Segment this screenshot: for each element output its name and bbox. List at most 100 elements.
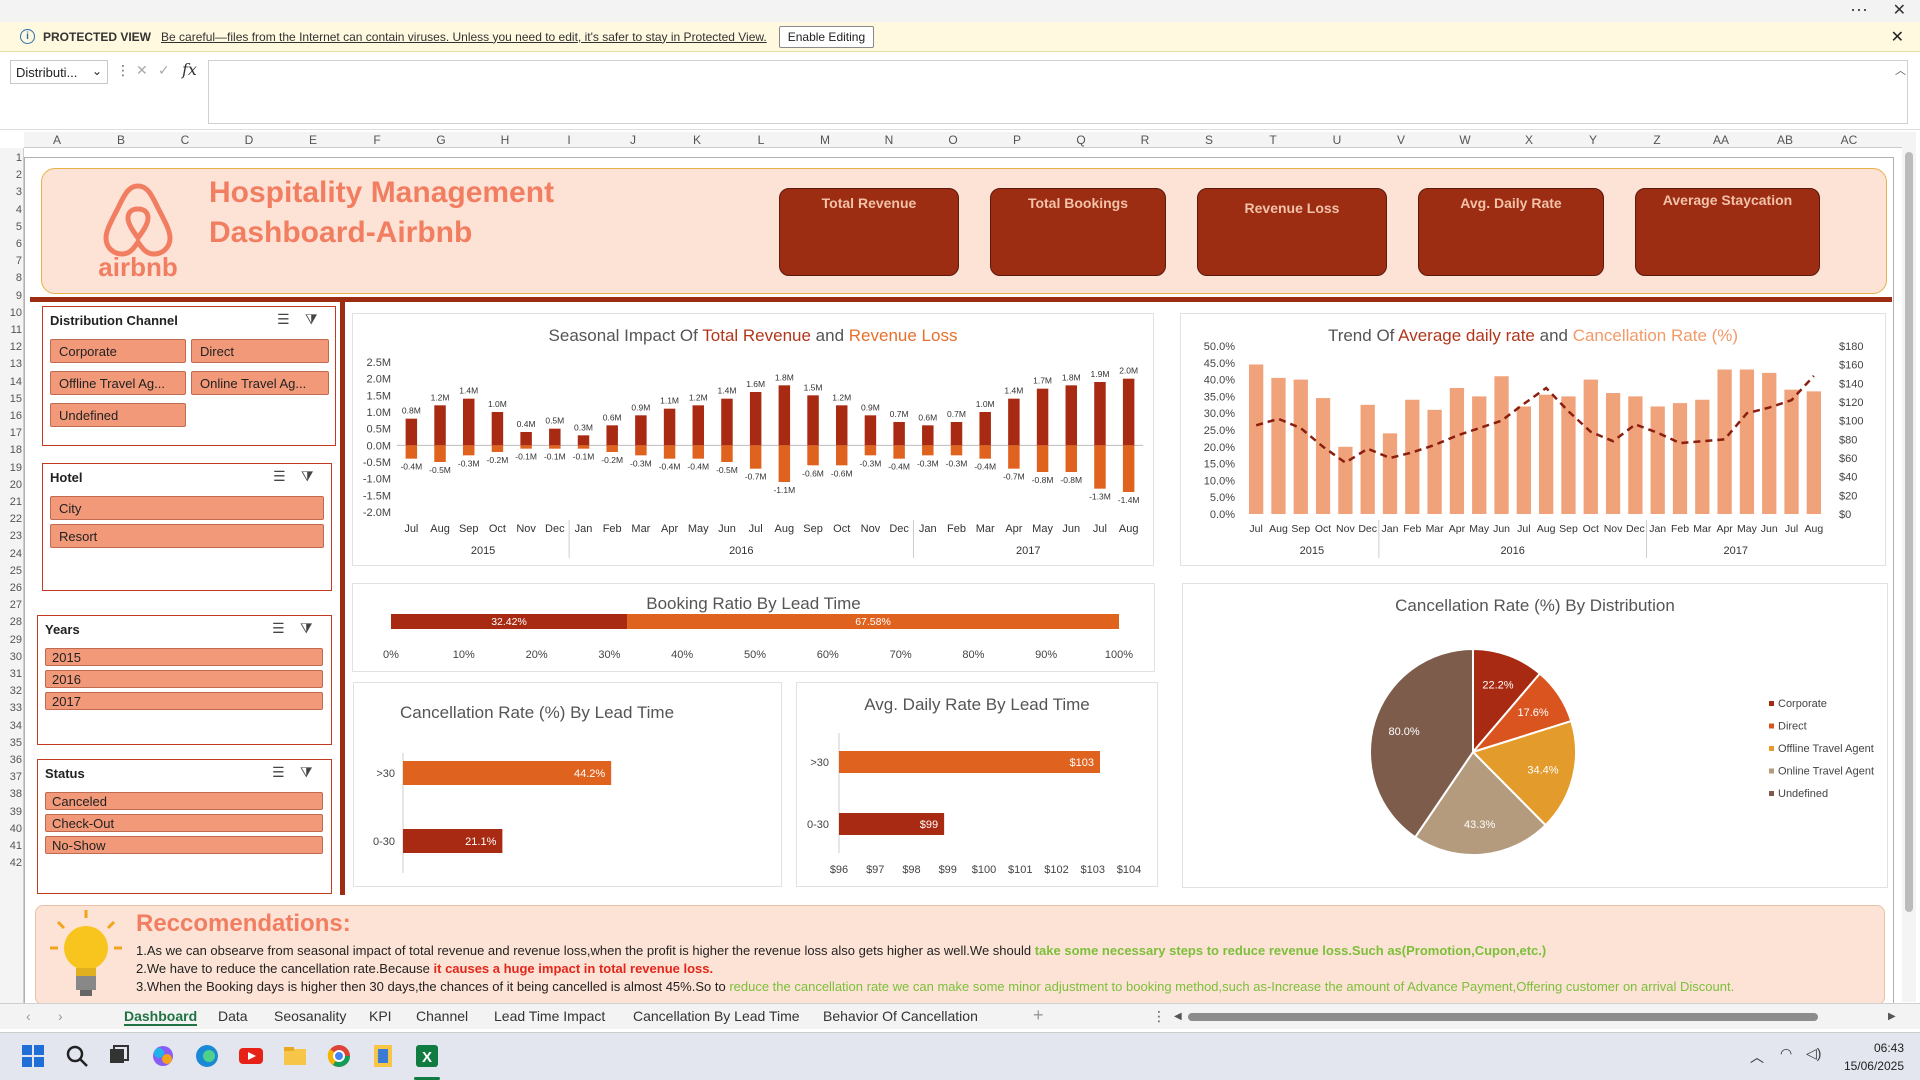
multi-select-icon[interactable]: ☰ (273, 468, 286, 485)
files-app-icon[interactable] (370, 1043, 396, 1069)
row-header[interactable]: 16 (0, 410, 22, 422)
slicer-item-offline-travel-agent[interactable]: Offline Travel Ag... (50, 371, 186, 395)
column-header[interactable]: E (281, 133, 345, 147)
row-header[interactable]: 32 (0, 685, 22, 697)
horizontal-scrollbar[interactable] (1188, 1013, 1818, 1021)
excel-icon[interactable]: X (414, 1043, 440, 1069)
row-header[interactable]: 36 (0, 754, 22, 766)
youtube-icon[interactable] (238, 1043, 264, 1069)
column-header[interactable]: I (537, 133, 601, 147)
tab-cancellation-by-lead-time[interactable]: Cancellation By Lead Time (633, 1008, 800, 1024)
column-header[interactable]: H (473, 133, 537, 147)
more-options-icon[interactable]: ··· (1850, 0, 1868, 18)
chart-seasonal-impact[interactable]: Seasonal Impact Of Total Revenue and Rev… (352, 313, 1154, 566)
clear-filter-icon[interactable]: ⧩ (300, 620, 313, 637)
row-header[interactable]: 5 (0, 221, 22, 233)
column-header[interactable]: N (857, 133, 921, 147)
tab-dashboard[interactable]: Dashboard (124, 1008, 198, 1026)
slicer-item-canceled[interactable]: Canceled (45, 792, 323, 810)
row-header[interactable]: 35 (0, 737, 22, 749)
kebab-icon[interactable]: ⋮ (116, 62, 130, 79)
column-header[interactable]: AC (1817, 133, 1881, 147)
chart-trend-adr-cancellation[interactable]: Trend Of Average daily rate and Cancella… (1180, 313, 1886, 566)
multi-select-icon[interactable]: ☰ (277, 311, 290, 328)
row-header[interactable]: 28 (0, 616, 22, 628)
slicer-item-2016[interactable]: 2016 (45, 670, 323, 688)
enable-editing-button[interactable]: Enable Editing (778, 25, 875, 48)
row-header[interactable]: 3 (0, 186, 22, 198)
row-header[interactable]: 34 (0, 720, 22, 732)
slicer-item-2015[interactable]: 2015 (45, 648, 323, 666)
slicer-item-corporate[interactable]: Corporate (50, 339, 186, 363)
tab-kpi[interactable]: KPI (369, 1008, 392, 1024)
row-header[interactable]: 20 (0, 479, 22, 491)
slicer-item-no-show[interactable]: No-Show (45, 836, 323, 854)
row-header[interactable]: 1 (0, 152, 22, 164)
column-header[interactable]: D (217, 133, 281, 147)
column-header[interactable]: V (1369, 133, 1433, 147)
row-header[interactable]: 26 (0, 582, 22, 594)
tab-lead-time-impact[interactable]: Lead Time Impact (494, 1008, 605, 1024)
insert-function-icon[interactable]: fx (182, 60, 197, 79)
column-header[interactable]: A (25, 133, 89, 147)
prev-sheet-icon[interactable]: ‹ (26, 1008, 31, 1024)
task-view-icon[interactable] (106, 1043, 132, 1069)
system-clock[interactable]: 06:43 15/06/2025 (1844, 1039, 1904, 1075)
row-header[interactable]: 18 (0, 444, 22, 456)
row-header[interactable]: 24 (0, 548, 22, 560)
show-hidden-icons[interactable]: ︿ (1750, 1047, 1764, 1067)
close-window-icon[interactable]: ✕ (1893, 0, 1906, 20)
row-header[interactable]: 41 (0, 840, 22, 852)
column-header[interactable]: X (1497, 133, 1561, 147)
row-header[interactable]: 38 (0, 788, 22, 800)
row-header[interactable]: 6 (0, 238, 22, 250)
column-header[interactable]: O (921, 133, 985, 147)
name-box[interactable]: Distributi... ⌄ (10, 60, 108, 84)
row-header[interactable]: 12 (0, 341, 22, 353)
protected-view-message[interactable]: Be careful—files from the Internet can c… (161, 30, 767, 44)
row-header[interactable]: 37 (0, 771, 22, 783)
clear-filter-icon[interactable]: ⧩ (301, 468, 314, 485)
multi-select-icon[interactable]: ☰ (272, 764, 285, 781)
row-header[interactable]: 9 (0, 290, 22, 302)
column-header[interactable]: AA (1689, 133, 1753, 147)
vertical-scrollbar[interactable] (1902, 132, 1916, 1002)
row-header[interactable]: 30 (0, 651, 22, 663)
copilot-icon[interactable] (150, 1043, 176, 1069)
next-sheet-icon[interactable]: › (58, 1008, 63, 1024)
slicer-item-direct[interactable]: Direct (191, 339, 329, 363)
column-header[interactable]: Z (1625, 133, 1689, 147)
column-header[interactable]: Y (1561, 133, 1625, 147)
row-header[interactable]: 14 (0, 376, 22, 388)
row-header[interactable]: 42 (0, 857, 22, 869)
column-header[interactable]: U (1305, 133, 1369, 147)
row-header[interactable]: 4 (0, 204, 22, 216)
row-header[interactable]: 11 (0, 324, 22, 336)
tab-options-icon[interactable]: ⋮ (1152, 1008, 1166, 1025)
chart-adr-lead-time[interactable]: Avg. Daily Rate By Lead Time $103 >30 $99 0… (796, 682, 1158, 887)
row-header[interactable]: 21 (0, 496, 22, 508)
slicer-item-undefined[interactable]: Undefined (50, 403, 186, 427)
column-header[interactable]: G (409, 133, 473, 147)
column-header[interactable]: C (153, 133, 217, 147)
column-header[interactable]: Q (1049, 133, 1113, 147)
row-header[interactable]: 2 (0, 169, 22, 181)
row-header[interactable]: 15 (0, 393, 22, 405)
chrome-icon[interactable] (326, 1043, 352, 1069)
row-header[interactable]: 13 (0, 358, 22, 370)
row-header[interactable]: 27 (0, 599, 22, 611)
close-protected-bar-icon[interactable]: ✕ (1891, 27, 1904, 47)
chevron-down-icon[interactable]: ⌄ (92, 64, 102, 78)
row-header[interactable]: 39 (0, 806, 22, 818)
chart-cancellation-distribution[interactable]: Cancellation Rate (%) By Distribution 22… (1182, 583, 1888, 888)
row-header[interactable]: 7 (0, 255, 22, 267)
column-header[interactable]: W (1433, 133, 1497, 147)
row-header[interactable]: 31 (0, 668, 22, 680)
column-header[interactable]: L (729, 133, 793, 147)
row-header[interactable]: 17 (0, 427, 22, 439)
tab-behavior-of-cancellation[interactable]: Behavior Of Cancellation (823, 1008, 978, 1024)
scroll-left-icon[interactable]: ◀ (1174, 1011, 1182, 1022)
column-header[interactable]: T (1241, 133, 1305, 147)
row-header[interactable]: 33 (0, 702, 22, 714)
collapse-formula-icon[interactable]: ︿ (1895, 62, 1906, 78)
